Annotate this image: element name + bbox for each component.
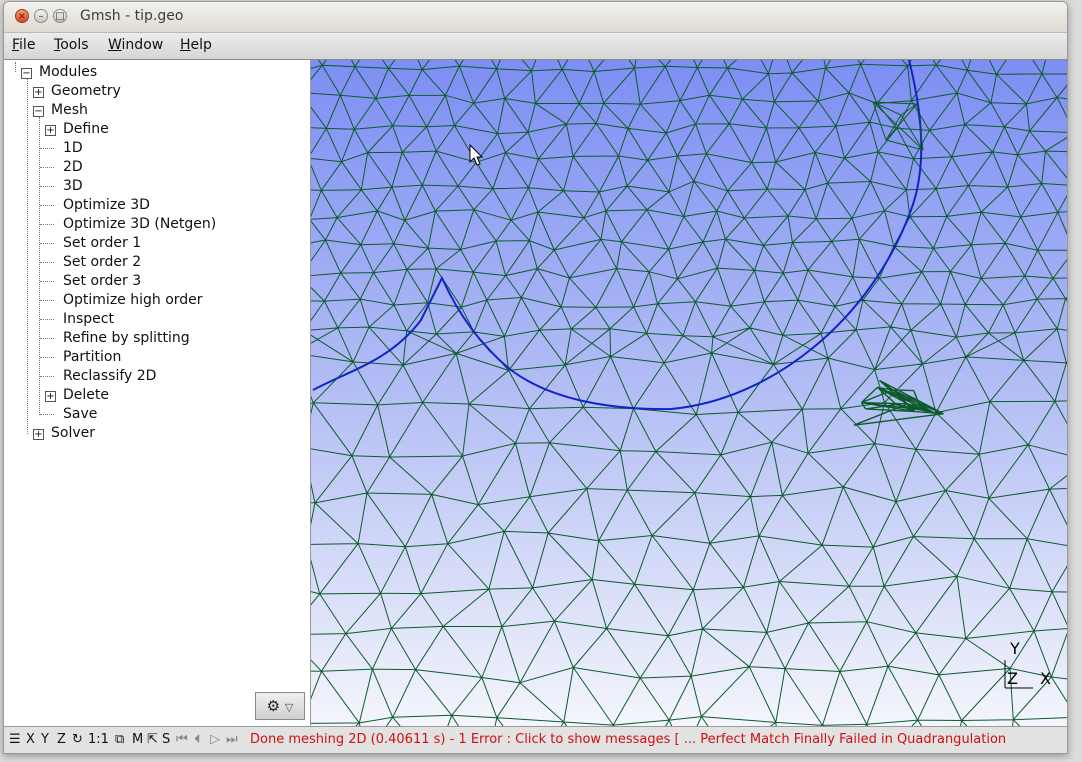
tree-label: Geometry — [51, 83, 121, 99]
window-title: Gmsh - tip.geo — [80, 8, 184, 24]
tree-connector — [40, 357, 54, 358]
status-message[interactable]: Done meshing 2D (0.40611 s) - 1 Error : … — [250, 732, 1063, 747]
refined-star-edges — [872, 101, 924, 151]
tree-line — [39, 117, 40, 415]
rotate-icon[interactable]: ↻ — [72, 732, 83, 747]
tree-label: 3D — [63, 178, 83, 194]
tree-label: Set order 3 — [63, 273, 142, 289]
cluster-edges — [853, 379, 944, 426]
menu-bar: File Tools Window Help — [4, 33, 1067, 60]
tree-line — [15, 62, 16, 72]
mouse-cursor-icon — [469, 143, 484, 166]
minimize-window-button[interactable]: – — [34, 9, 48, 23]
axis-y-label: Y — [1009, 639, 1020, 658]
tree-connector — [40, 338, 54, 339]
close-window-button[interactable]: × — [15, 9, 29, 23]
axis-indicator: Y Z X — [1004, 639, 1051, 689]
status-bar: ☰ X Y Z ↻ 1:1 ⧉ M ⇱ S ⏮ ⏴ ▷ ⏭ Done meshi… — [4, 726, 1067, 753]
tree-connector — [40, 205, 54, 206]
tree-label: Optimize high order — [63, 292, 203, 308]
tree-label: Define — [63, 121, 109, 137]
menu-lines-icon[interactable]: ☰ — [9, 732, 21, 747]
dense-mesh-cluster — [853, 101, 944, 426]
title-bar: × – □ Gmsh - tip.geo — [4, 2, 1067, 33]
tree-connector — [40, 186, 54, 187]
next-step-icon[interactable]: ⏭ — [226, 732, 238, 747]
mesh-toggle-button[interactable]: M — [132, 732, 143, 747]
mesh-edges — [311, 60, 1067, 726]
tree-connector — [40, 262, 54, 263]
expand-icon[interactable]: + — [45, 391, 56, 402]
tree-label: 1D — [63, 140, 83, 156]
cube-icon[interactable]: ⧉ — [115, 732, 124, 747]
tree-connector — [40, 243, 54, 244]
tree-label: Modules — [39, 64, 98, 80]
tree-line — [27, 79, 28, 434]
menu-help[interactable]: Help — [180, 37, 212, 53]
tree-label: Set order 2 — [63, 254, 142, 270]
tree-label: Save — [63, 406, 98, 422]
expand-icon[interactable]: + — [33, 429, 44, 440]
options-gear-button[interactable]: ⚙ ▽ — [255, 692, 305, 720]
tree-label: Partition — [63, 349, 122, 365]
gmsh-window: × – □ Gmsh - tip.geo File Tools Window H… — [3, 1, 1068, 754]
tree-connector — [40, 148, 54, 149]
tree-label: Refine by splitting — [63, 330, 190, 346]
collapse-icon[interactable]: − — [33, 106, 44, 117]
scale-one-to-one-button[interactable]: 1:1 — [88, 732, 109, 747]
tree-label: Delete — [63, 387, 109, 403]
expand-icon[interactable]: + — [33, 87, 44, 98]
view-z-button[interactable]: Z — [57, 732, 66, 747]
dropdown-triangle-icon: ▽ — [284, 701, 294, 714]
select-arrow-icon[interactable]: ⇱ — [147, 732, 158, 747]
menu-tools[interactable]: Tools — [54, 37, 89, 53]
tree-label: Inspect — [63, 311, 114, 327]
tree-label: Optimize 3D (Netgen) — [63, 216, 217, 232]
tree-connector — [40, 376, 54, 377]
play-icon[interactable]: ▷ — [210, 732, 220, 747]
triangle-mesh — [311, 60, 1067, 726]
tree-connector — [40, 300, 54, 301]
menu-window[interactable]: Window — [108, 37, 163, 53]
tree-label: Mesh — [51, 102, 88, 118]
menu-file[interactable]: File — [12, 37, 35, 53]
tree-connector — [40, 167, 54, 168]
scroll-s-button[interactable]: S — [162, 732, 170, 747]
tree-label: 2D — [63, 159, 83, 175]
tree-connector — [40, 319, 54, 320]
axis-x-label: X — [1040, 669, 1051, 688]
tree-connector — [40, 281, 54, 282]
collapse-icon[interactable]: − — [21, 68, 32, 79]
tree-label: Set order 1 — [63, 235, 142, 251]
view-x-button[interactable]: X — [26, 732, 35, 747]
tree-label: Optimize 3D — [63, 197, 150, 213]
tree-label: Reclassify 2D — [63, 368, 157, 384]
tree-label: Solver — [51, 425, 95, 441]
axis-z-label: Z — [1007, 669, 1018, 688]
expand-icon[interactable]: + — [45, 125, 56, 136]
module-tree: − Modules + Geometry − Mesh + Define 1D 2D 3… — [4, 60, 311, 726]
graphics-viewport[interactable]: Y Z X — [311, 60, 1067, 726]
maximize-window-button[interactable]: □ — [53, 9, 67, 23]
mesh-canvas[interactable]: Y Z X — [311, 60, 1067, 726]
previous-step-icon[interactable]: ⏴ — [194, 732, 201, 747]
tree-connector — [40, 414, 54, 415]
first-step-icon[interactable]: ⏮ — [176, 732, 188, 747]
tree-connector — [40, 224, 54, 225]
view-y-button[interactable]: Y — [41, 732, 49, 747]
